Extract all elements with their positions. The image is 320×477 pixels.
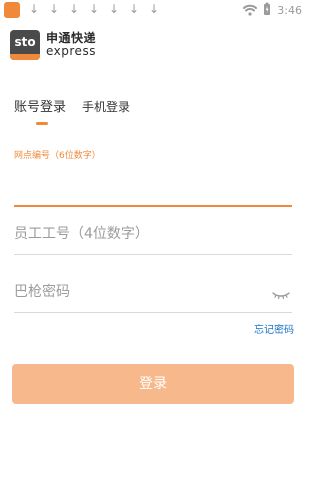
- download-arrow-icon: ↓: [48, 2, 60, 16]
- password-field[interactable]: 巴枪密码: [14, 282, 292, 313]
- logo-text: 申通快递 express: [46, 32, 96, 57]
- eye-closed-icon[interactable]: [272, 286, 290, 300]
- tab-account-login-label: 账号登录: [14, 100, 67, 115]
- tab-phone-login[interactable]: 手机登录: [82, 98, 130, 125]
- battery-charging-icon: [263, 1, 271, 20]
- download-arrow-icon: ↓: [108, 2, 120, 16]
- download-arrow-icon: ↓: [148, 2, 160, 16]
- logo-english: express: [46, 44, 96, 58]
- network-id-input[interactable]: [14, 175, 292, 195]
- password-input[interactable]: 巴枪密码: [14, 282, 292, 302]
- tab-account-login[interactable]: 账号登录: [14, 96, 66, 125]
- download-arrow-icon: ↓: [28, 2, 40, 16]
- employee-id-field[interactable]: 员工工号（4位数字）: [14, 224, 292, 255]
- password-underline: [14, 312, 292, 313]
- download-arrow-icon: ↓: [68, 2, 80, 16]
- wifi-icon: [243, 1, 258, 20]
- forgot-password-link[interactable]: 忘记密码: [254, 321, 294, 336]
- brand-logo: sto 申通快递 express: [10, 30, 96, 60]
- status-time: 3:46: [277, 3, 302, 17]
- network-id-underline: [14, 205, 292, 207]
- tab-phone-login-label: 手机登录: [82, 100, 131, 114]
- download-arrow-icon: ↓: [88, 2, 100, 16]
- sto-app-icon: [4, 2, 20, 18]
- status-right: 3:46: [243, 2, 302, 18]
- status-bar: ↓ ↓ ↓ ↓ ↓ ↓ ↓ 3:46: [0, 0, 308, 20]
- login-tabs: 账号登录 手机登录: [14, 96, 130, 125]
- network-id-label: 网点编号（6位数字）: [14, 151, 101, 161]
- employee-id-underline: [14, 254, 292, 255]
- network-id-field[interactable]: 网点编号（6位数字）: [14, 148, 292, 207]
- employee-id-input[interactable]: 员工工号（4位数字）: [14, 224, 292, 244]
- sto-logo-mark: sto: [10, 30, 40, 60]
- login-button[interactable]: 登录: [12, 364, 294, 404]
- download-arrow-icon: ↓: [128, 2, 140, 16]
- logo-mark-text: sto: [14, 35, 36, 49]
